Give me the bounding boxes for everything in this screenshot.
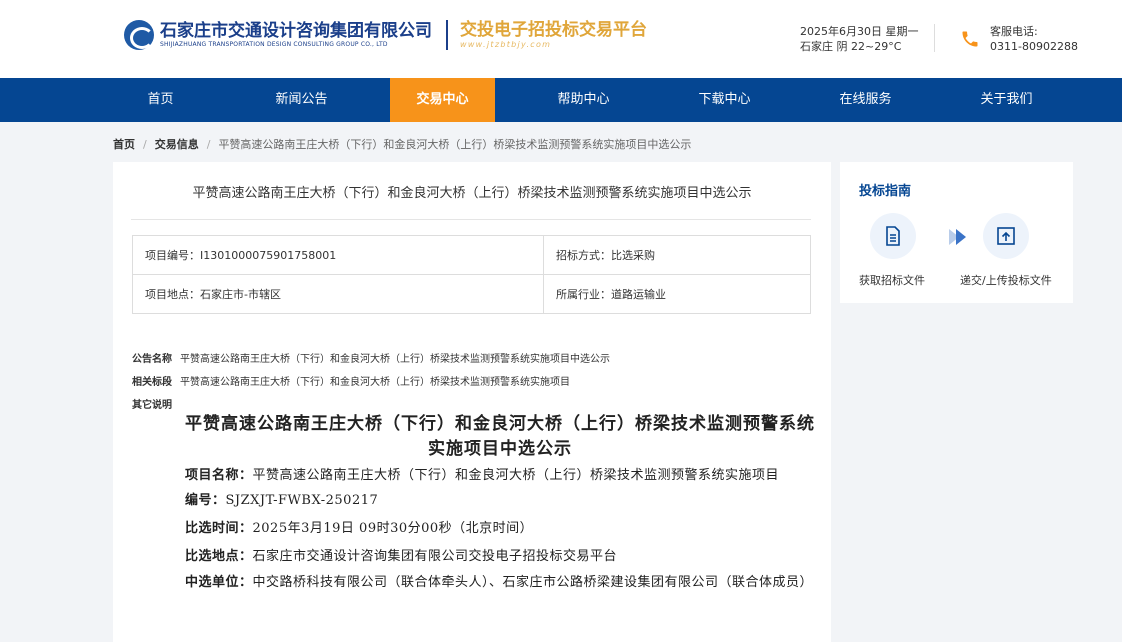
doc-time: 比选时间：2025年3月19日 09时30分00秒（北京时间） bbox=[185, 517, 815, 541]
nav-help-center[interactable]: 帮助中心 bbox=[513, 78, 654, 122]
platform-name-block: 交投电子招投标交易平台 www.jtzbtbjy.com bbox=[460, 20, 647, 50]
nav-news[interactable]: 新闻公告 bbox=[231, 78, 372, 122]
date-weather: 2025年6月30日 星期一 石家庄 阴 22~29°C bbox=[800, 24, 919, 54]
bidding-guide-panel: 投标指南 获取招标文件 递交/上传投标文件 bbox=[840, 162, 1073, 303]
doc-time-label: 比选时间： bbox=[185, 521, 253, 536]
breadcrumb-separator: / bbox=[143, 138, 147, 151]
doc-winner-value: 中交路桥科技有限公司（联合体牵头人）、石家庄市公路桥梁建设集团有限公司（联合体成… bbox=[252, 575, 814, 590]
main-nav: 首页 新闻公告 交易中心 帮助中心 下载中心 在线服务 关于我们 bbox=[0, 78, 1122, 122]
doc-winner: 中选单位：中交路桥科技有限公司（联合体牵头人）、石家庄市公路桥梁建设集团有限公司… bbox=[185, 571, 815, 595]
upload-icon bbox=[997, 227, 1015, 245]
header-divider bbox=[934, 24, 935, 52]
company-name-cn: 石家庄市交通设计咨询集团有限公司 bbox=[160, 21, 432, 41]
breadcrumb-home[interactable]: 首页 bbox=[113, 138, 135, 151]
other-notes-row: 其它说明 bbox=[132, 396, 180, 411]
company-logo-icon bbox=[124, 20, 154, 50]
company-name-en: SHIJIAZHUANG TRANSPORTATION DESIGN CONSU… bbox=[160, 41, 388, 48]
platform-url: www.jtzbtbjy.com bbox=[460, 40, 552, 49]
notice-name-row: 公告名称 平赞高速公路南王庄大桥（下行）和金良河大桥（上行）桥梁技术监测预警系统实… bbox=[132, 350, 610, 365]
related-section-label: 相关标段 bbox=[132, 377, 172, 388]
notice-title: 平赞高速公路南王庄大桥（下行）和金良河大桥（上行）桥梁技术监测预警系统实施项目中… bbox=[192, 186, 752, 201]
doc-project-name-label: 项目名称： bbox=[185, 468, 253, 483]
document-title: 平赞高速公路南王庄大桥（下行）和金良河大桥（上行）桥梁技术监测预警系统实施项目中… bbox=[185, 414, 815, 459]
doc-code: 编号：SJZXJT-FWBX-250217 bbox=[185, 489, 815, 513]
company-name-block: 石家庄市交通设计咨询集团有限公司 SHIJIAZHUANG TRANSPORTA… bbox=[160, 21, 432, 49]
weather-info: 石家庄 阴 22~29°C bbox=[800, 40, 902, 53]
nav-home[interactable]: 首页 bbox=[90, 78, 231, 122]
doc-place: 比选地点：石家庄市交通设计咨询集团有限公司交投电子招投标交易平台 bbox=[185, 545, 815, 569]
doc-code-value: SJZXJT-FWBX-250217 bbox=[225, 493, 379, 508]
breadcrumb-current: 平赞高速公路南王庄大桥（下行）和金良河大桥（上行）桥梁技术监测预警系统实施项目中… bbox=[218, 138, 692, 151]
doc-winner-label: 中选单位： bbox=[185, 575, 253, 590]
breadcrumb-section[interactable]: 交易信息 bbox=[155, 138, 199, 151]
notice-name-label: 公告名称 bbox=[132, 354, 172, 365]
phone-icon bbox=[962, 31, 978, 47]
nav-trading-center[interactable]: 交易中心 bbox=[390, 78, 495, 122]
arrow-right-icon bbox=[949, 229, 966, 245]
notice-document: 平赞高速公路南王庄大桥（下行）和金良河大桥（上行）桥梁技术监测预警系统实施项目中… bbox=[185, 412, 815, 595]
related-section-value: 平赞高速公路南王庄大桥（下行）和金良河大桥（上行）桥梁技术监测预警系统实施项目 bbox=[180, 377, 570, 388]
service-label: 客服电话: bbox=[990, 25, 1038, 38]
bidding-guide-title: 投标指南 bbox=[859, 184, 912, 199]
bidding-method-cell: 招标方式：比选采购 bbox=[543, 235, 811, 275]
other-notes-label: 其它说明 bbox=[132, 400, 172, 411]
doc-code-label: 编号： bbox=[185, 493, 226, 508]
related-section-row: 相关标段 平赞高速公路南王庄大桥（下行）和金良河大桥（上行）桥梁技术监测预警系统实… bbox=[132, 373, 570, 388]
breadcrumb: 首页 / 交易信息 / 平赞高速公路南王庄大桥（下行）和金良河大桥（上行）桥梁技术监测预… bbox=[113, 136, 691, 152]
doc-place-label: 比选地点： bbox=[185, 549, 253, 564]
nav-online-service[interactable]: 在线服务 bbox=[795, 78, 936, 122]
service-phone[interactable]: 0311-80902288 bbox=[990, 39, 1078, 54]
submit-upload-label[interactable]: 递交/上传投标文件 bbox=[960, 272, 1052, 288]
platform-name: 交投电子招投标交易平台 bbox=[460, 20, 647, 40]
table-row: 项目地点：石家庄市-市辖区 所属行业：道路运输业 bbox=[132, 274, 811, 314]
project-number-cell: 项目编号：I1301000075901758001 bbox=[132, 235, 544, 275]
customer-service: 客服电话: 0311-80902288 bbox=[990, 24, 1078, 54]
document-icon bbox=[886, 226, 900, 246]
nav-about-us[interactable]: 关于我们 bbox=[936, 78, 1077, 122]
table-row: 项目编号：I1301000075901758001 招标方式：比选采购 bbox=[132, 235, 811, 275]
submit-upload-button[interactable] bbox=[983, 213, 1029, 259]
current-date: 2025年6月30日 星期一 bbox=[800, 25, 919, 38]
doc-time-value: 2025年3月19日 09时30分00秒（北京时间） bbox=[252, 521, 534, 536]
project-info-table: 项目编号：I1301000075901758001 招标方式：比选采购 项目地点… bbox=[132, 235, 811, 314]
site-header: 石家庄市交通设计咨询集团有限公司 SHIJIAZHUANG TRANSPORTA… bbox=[0, 0, 1122, 78]
get-documents-label[interactable]: 获取招标文件 bbox=[859, 272, 925, 288]
nav-download-center[interactable]: 下载中心 bbox=[654, 78, 795, 122]
doc-project-name: 项目名称：平赞高速公路南王庄大桥（下行）和金良河大桥（上行）桥梁技术监测预警系统… bbox=[185, 464, 815, 488]
notice-panel: 平赞高速公路南王庄大桥（下行）和金良河大桥（上行）桥梁技术监测预警系统实施项目中… bbox=[113, 162, 831, 642]
project-location-cell: 项目地点：石家庄市-市辖区 bbox=[132, 274, 544, 314]
site-logo[interactable]: 石家庄市交通设计咨询集团有限公司 SHIJIAZHUANG TRANSPORTA… bbox=[124, 20, 647, 50]
notice-name-value: 平赞高速公路南王庄大桥（下行）和金良河大桥（上行）桥梁技术监测预警系统实施项目中… bbox=[180, 354, 610, 365]
breadcrumb-separator: / bbox=[206, 138, 211, 151]
get-documents-button[interactable] bbox=[870, 213, 916, 259]
doc-place-value: 石家庄市交通设计咨询集团有限公司交投电子招投标交易平台 bbox=[252, 549, 618, 564]
industry-cell: 所属行业：道路运输业 bbox=[543, 274, 811, 314]
title-divider bbox=[131, 219, 811, 220]
logo-divider bbox=[446, 20, 448, 50]
doc-project-name-value: 平赞高速公路南王庄大桥（下行）和金良河大桥（上行）桥梁技术监测预警系统实施项目 bbox=[252, 468, 780, 483]
